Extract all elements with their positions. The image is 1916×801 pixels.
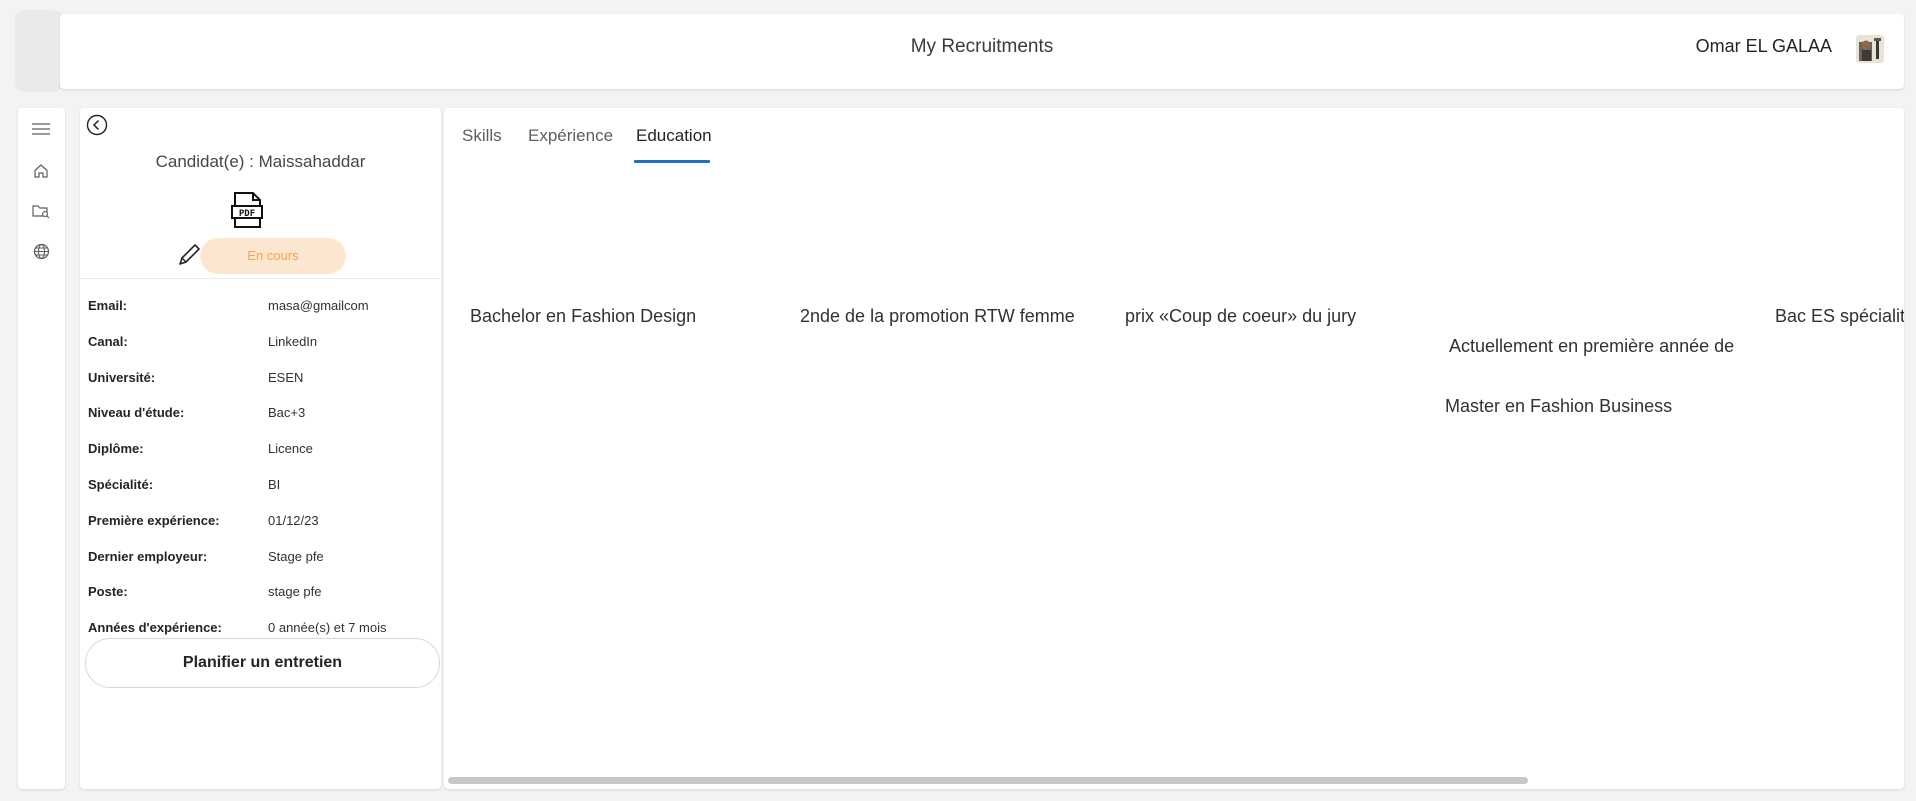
info-row-niveau: Niveau d'étude: Bac+3 [88,396,433,432]
app-title: My Recruitments [910,36,1054,57]
education-item: Bac ES spécialité [1775,306,1904,326]
education-item: 2nde de la promotion RTW femme [800,306,1075,326]
info-label: Spécialité: [88,476,154,492]
user-avatar[interactable] [1856,35,1884,63]
info-value: ESEN [268,369,304,385]
education-item: prix «Coup de coeur» du jury [1125,306,1356,326]
info-row-universite: Université: ESEN [88,361,433,397]
folder-search-icon[interactable] [29,199,53,223]
info-label: Canal: [88,333,128,349]
scrollbar-thumb[interactable] [448,777,1528,784]
info-row-premiere-experience: Première expérience: 01/12/23 [88,504,433,540]
info-value: masa@gmailcom [268,298,369,313]
schedule-interview-button[interactable]: Planifier un entretien [85,638,440,688]
app-logo-placeholder [15,10,63,92]
info-value: BI [268,476,281,492]
tab-skills[interactable]: Skills [462,126,502,146]
info-label: Dernier employeur: [88,548,208,564]
education-line: Master en Fashion Business [1445,396,1673,416]
info-label: Université: [88,369,156,385]
tab-education[interactable]: Education [636,126,712,146]
pdf-icon[interactable]: PDF [229,191,265,229]
info-value: 0 année(s) et 7 mois [268,620,387,636]
edit-icon[interactable] [176,242,202,268]
info-value: Bac+3 [268,405,306,421]
home-icon[interactable] [29,159,53,183]
tab-experience[interactable]: Expérience [528,126,613,146]
education-line: prix «Coup de coeur» du jury [1125,306,1357,326]
info-label: Première expérience: [88,512,220,528]
side-nav [18,108,65,789]
info-label: Email: [88,298,128,313]
education-line: Bac ES spécialité [1775,306,1904,326]
info-value: Stage pfe [268,548,324,564]
info-value: LinkedIn [268,333,318,349]
divider [80,278,441,279]
svg-text:PDF: PDF [239,209,255,219]
education-item: Actuellement en première année de Master… [1445,296,1734,456]
education-item: Bachelor en Fashion Design [470,306,696,326]
user-name: Omar EL GALAA [1695,36,1832,56]
info-row-poste: Poste: stage pfe [88,575,433,611]
info-row-canal: Canal: LinkedIn [88,325,433,361]
details-panel: Skills Expérience Education Bachelor en … [444,108,1904,789]
info-row-diplome: Diplôme: Licence [88,432,433,468]
info-label: Poste: [88,584,128,600]
info-row-email: Email: masa@gmailcom [88,289,433,325]
status-badge[interactable]: En cours [200,238,346,274]
globe-icon[interactable] [29,239,53,263]
education-line: 2nde de la promotion RTW femme [800,306,1075,326]
menu-icon[interactable] [29,117,53,141]
candidate-info-list: Email: masa@gmailcom Canal: LinkedIn Unive… [88,289,433,647]
candidate-title: Candidat(e) : Maissahaddar [155,152,366,171]
info-row-dernier-employeur: Dernier employeur: Stage pfe [88,540,433,576]
info-label: Diplôme: [88,441,144,457]
info-row-specialite: Spécialité: BI [88,468,433,504]
info-value: 01/12/23 [268,512,319,528]
info-label: Niveau d'étude: [88,405,185,421]
active-tab-indicator [634,160,710,163]
info-label: Années d'expérience: [88,620,222,636]
header-bar: My Recruitments Omar EL GALAA [60,14,1904,89]
back-icon[interactable] [86,114,108,136]
info-value: stage pfe [268,584,322,600]
candidate-panel: Candidat(e) : Maissahaddar PDF En cours … [80,108,441,789]
education-line: Actuellement en première année de [1445,336,1735,356]
horizontal-scrollbar[interactable] [448,777,1900,785]
education-line: Bachelor en Fashion Design [470,306,697,326]
info-value: Licence [268,441,313,457]
